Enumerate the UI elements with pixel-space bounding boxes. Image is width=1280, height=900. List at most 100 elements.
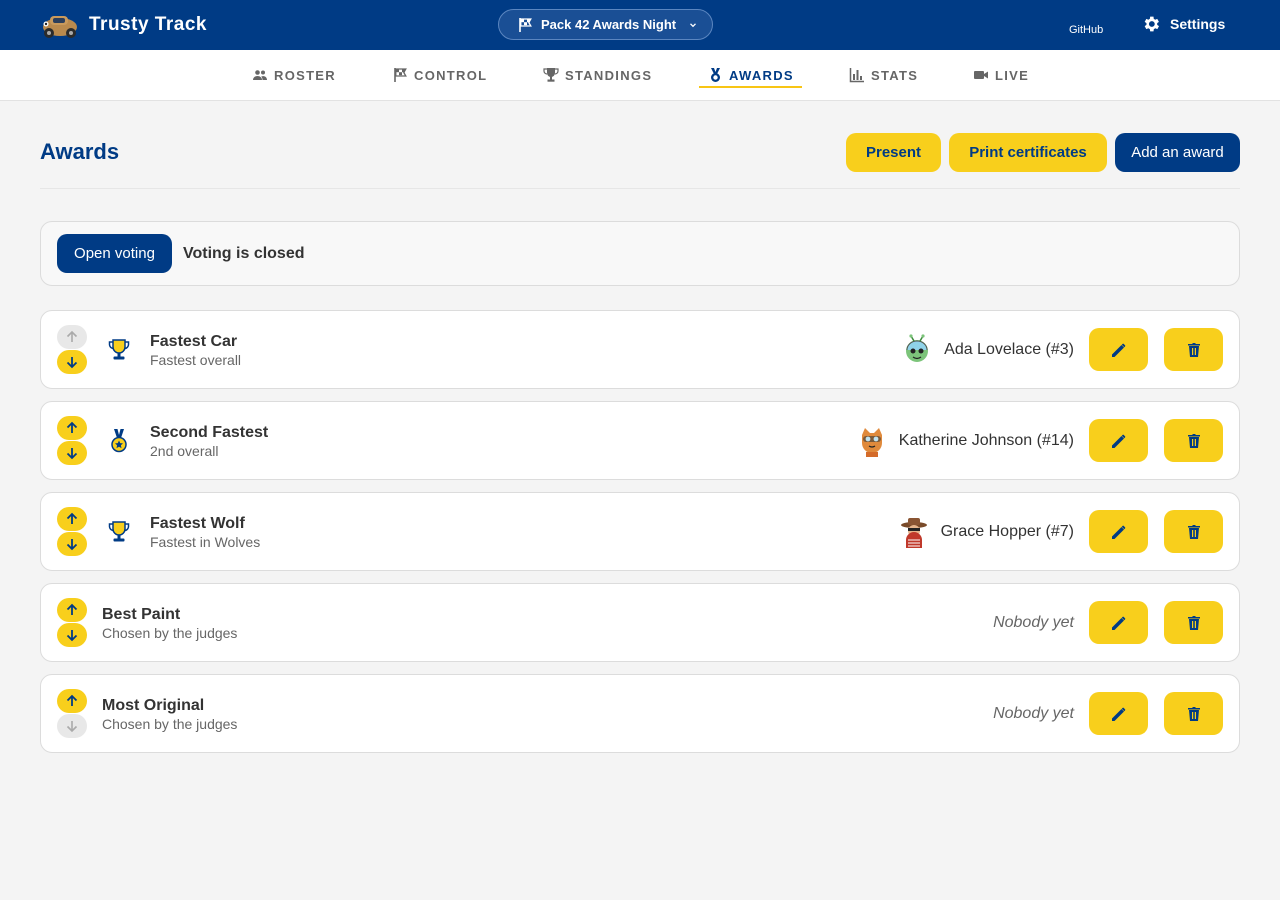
award-name: Fastest Car: [150, 333, 238, 350]
winner-name: Ada Lovelace (#3): [944, 340, 1074, 358]
move-up-button[interactable]: [57, 325, 87, 349]
award-name: Most Original: [102, 697, 205, 714]
move-down-button[interactable]: [57, 441, 87, 465]
voting-status: Voting is closed: [183, 245, 305, 262]
event-selector[interactable]: Pack 42 Awards Night: [498, 9, 713, 40]
trophy-icon: [108, 339, 130, 360]
award-name: Fastest Wolf: [150, 515, 245, 532]
arrow-up-icon: [66, 512, 78, 524]
edit-award-button[interactable]: [1089, 328, 1148, 371]
move-up-button[interactable]: [57, 416, 87, 440]
pencil-icon: [1111, 707, 1125, 721]
pencil-icon: [1111, 434, 1125, 448]
settings-label: Settings: [1170, 16, 1226, 32]
tab-label: CONTROL: [414, 67, 488, 83]
medal-icon: [111, 429, 127, 453]
award-winner: Katherine Johnson (#14): [857, 402, 1074, 479]
github-link[interactable]: GitHub: [1069, 24, 1103, 36]
edit-award-button[interactable]: [1089, 419, 1148, 462]
tab-live[interactable]: LIVE: [973, 50, 1029, 100]
voting-panel: Open voting Voting is closed: [40, 221, 1240, 286]
checkered-flag-icon: [519, 17, 532, 32]
award-row: Fastest Car Fastest overall Ada Lovelace…: [40, 310, 1240, 389]
tab-roster[interactable]: ROSTER: [252, 50, 336, 100]
move-down-button[interactable]: [57, 714, 87, 738]
trophy-icon: [543, 68, 559, 82]
move-down-button[interactable]: [57, 623, 87, 647]
award-name: Best Paint: [102, 606, 181, 623]
award-row: Second Fastest 2nd overall Katherine Joh…: [40, 401, 1240, 480]
settings-button[interactable]: Settings: [1141, 14, 1225, 34]
tab-stats[interactable]: STATS: [849, 50, 918, 100]
page-title: Awards: [40, 139, 120, 164]
top-bar: Trusty Track Pack 42 Awards Night GitHub…: [0, 0, 1280, 50]
trash-icon: [1187, 524, 1200, 539]
move-down-button[interactable]: [57, 532, 87, 556]
pencil-icon: [1111, 343, 1125, 357]
arrow-up-icon: [66, 421, 78, 433]
award-description: Fastest in Wolves: [150, 534, 261, 550]
edit-award-button[interactable]: [1089, 601, 1148, 644]
delete-award-button[interactable]: [1164, 601, 1223, 644]
arrow-down-icon: [66, 448, 78, 460]
arrow-down-icon: [66, 630, 78, 642]
trophy-icon: [108, 521, 130, 542]
delete-award-button[interactable]: [1164, 419, 1223, 462]
print-certificates-button[interactable]: Print certificates: [949, 133, 1107, 172]
award-winner: Ada Lovelace (#3): [902, 311, 1074, 388]
cowboy-avatar-icon: [900, 517, 927, 548]
award-name: Second Fastest: [150, 424, 269, 441]
flag-icon: [394, 68, 407, 82]
move-down-button[interactable]: [57, 350, 87, 374]
tab-label: AWARDS: [729, 67, 794, 83]
pencil-icon: [1111, 525, 1125, 539]
award-row: Fastest Wolf Fastest in Wolves Grace Hop…: [40, 492, 1240, 571]
tab-label: STANDINGS: [565, 67, 653, 83]
edit-award-button[interactable]: [1089, 692, 1148, 735]
chevron-down-icon: [690, 22, 697, 27]
tab-awards[interactable]: AWARDS: [699, 50, 802, 100]
award-description: Fastest overall: [150, 352, 242, 368]
event-name: Pack 42 Awards Night: [541, 17, 677, 32]
open-voting-button[interactable]: Open voting: [57, 234, 172, 273]
add-award-button[interactable]: Add an award: [1115, 133, 1240, 172]
alien-avatar-icon: [906, 333, 929, 362]
trash-icon: [1187, 615, 1200, 630]
delete-award-button[interactable]: [1164, 692, 1223, 735]
arrow-up-icon: [66, 694, 78, 706]
arrow-down-icon: [66, 721, 78, 733]
present-button[interactable]: Present: [846, 133, 941, 172]
award-description: 2nd overall: [150, 443, 219, 459]
medal-icon: [711, 68, 720, 82]
award-winner: Grace Hopper (#7): [899, 493, 1074, 570]
cat-pilot-avatar-icon: [861, 427, 882, 457]
edit-award-button[interactable]: [1089, 510, 1148, 553]
active-tab-indicator: [699, 86, 802, 88]
move-up-button[interactable]: [57, 598, 87, 622]
app-name: Trusty Track: [89, 14, 207, 35]
winner-name: Nobody yet: [993, 613, 1074, 631]
main-nav: ROSTER CONTROL STANDINGS AWARDS STATS LI…: [0, 50, 1280, 101]
delete-award-button[interactable]: [1164, 510, 1223, 553]
tab-control[interactable]: CONTROL: [392, 50, 487, 100]
move-up-button[interactable]: [57, 689, 87, 713]
arrow-down-icon: [66, 539, 78, 551]
winner-name: Grace Hopper (#7): [940, 522, 1074, 540]
brand[interactable]: Trusty Track: [40, 9, 207, 41]
tab-label: STATS: [871, 67, 919, 83]
tab-standings[interactable]: STANDINGS: [543, 50, 652, 100]
tab-label: ROSTER: [274, 67, 336, 83]
video-camera-icon: [974, 71, 988, 79]
award-row: Most Original Chosen by the judges Nobod…: [40, 674, 1240, 753]
award-winner: Nobody yet: [993, 675, 1074, 752]
trash-icon: [1187, 706, 1200, 721]
pencil-icon: [1111, 616, 1125, 630]
winner-name: Nobody yet: [993, 704, 1074, 722]
delete-award-button[interactable]: [1164, 328, 1223, 371]
gear-icon: [1144, 16, 1159, 32]
move-up-button[interactable]: [57, 507, 87, 531]
arrow-up-icon: [66, 603, 78, 615]
arrow-down-icon: [66, 357, 78, 369]
winner-name: Katherine Johnson (#14): [898, 431, 1074, 449]
award-winner: Nobody yet: [993, 584, 1074, 661]
